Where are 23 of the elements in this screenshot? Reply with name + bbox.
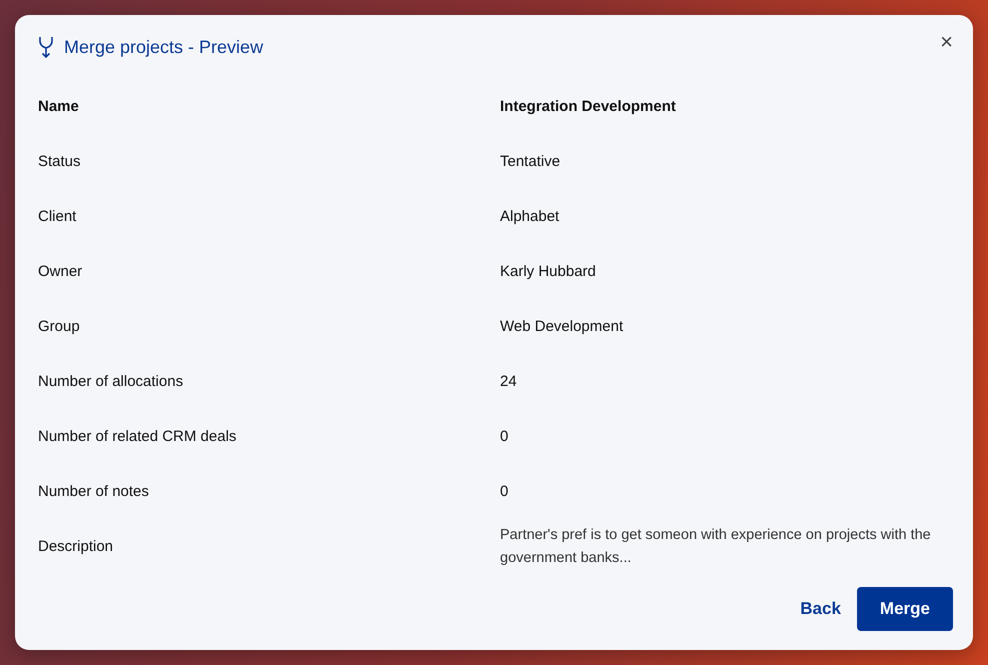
- field-label: Number of related CRM deals: [38, 428, 238, 445]
- field-label: Owner: [38, 263, 84, 280]
- field-value: 24: [500, 373, 518, 390]
- field-label: Group: [38, 318, 81, 335]
- field-value: Alphabet: [500, 208, 560, 225]
- field-value: Web Development: [500, 318, 624, 335]
- field-label: Number of allocations: [38, 373, 184, 390]
- field-value: 0: [500, 483, 510, 500]
- field-value: 0: [500, 428, 510, 445]
- field-value: Karly Hubbard: [500, 263, 597, 280]
- merge-button[interactable]: Merge: [856, 587, 953, 631]
- field-value: Partner's pref is to get someon with experience on projects with the government banks...: [500, 526, 932, 568]
- field-value: Integration Development: [500, 98, 677, 115]
- close-button[interactable]: ×: [940, 32, 953, 52]
- field-label: Client: [38, 208, 78, 225]
- back-button[interactable]: Back: [800, 591, 841, 627]
- field-value: Tentative: [500, 153, 562, 170]
- field-label: Name: [38, 98, 80, 115]
- field-label: Number of notes: [38, 483, 150, 500]
- field-label: Status: [38, 153, 82, 170]
- merge-icon: [38, 36, 54, 58]
- field-label: Description: [38, 538, 114, 555]
- dialog-title: Merge projects - Preview: [64, 36, 264, 58]
